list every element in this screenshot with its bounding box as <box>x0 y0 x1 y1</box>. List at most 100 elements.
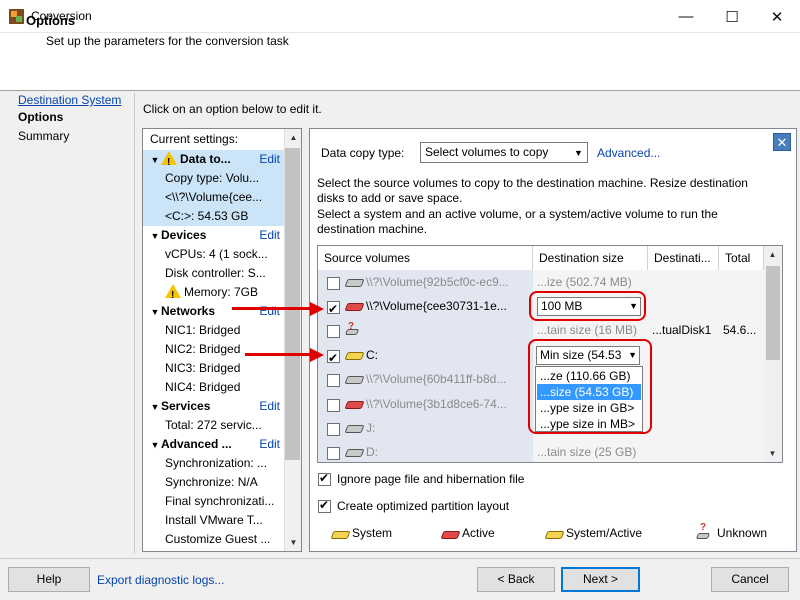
scrollbar-thumb[interactable] <box>285 148 300 460</box>
arrow-head-icon <box>310 302 324 316</box>
settings-item[interactable]: NIC1: Bridged <box>143 321 284 340</box>
description-text: Select a system and an active volume, or… <box>317 207 718 236</box>
row-checkbox[interactable] <box>327 374 340 387</box>
settings-group-services[interactable]: ▼ Services Edit <box>143 397 284 416</box>
settings-item[interactable]: NIC4: Bridged <box>143 378 284 397</box>
optimized-layout-option[interactable]: Create optimized partition layout <box>317 498 509 515</box>
ignore-page-file-checkbox[interactable] <box>318 471 331 486</box>
nav-summary[interactable]: Summary <box>18 129 69 143</box>
edit-services-link[interactable]: Edit <box>259 397 280 416</box>
collapse-icon[interactable]: ▼ <box>149 398 161 416</box>
row-checkbox[interactable] <box>327 325 340 338</box>
collapse-icon[interactable]: ▼ <box>149 151 161 169</box>
export-logs-link[interactable]: Export diagnostic logs... <box>97 573 224 587</box>
edit-data-to-link[interactable]: Edit <box>259 150 280 169</box>
footer-divider <box>0 558 800 559</box>
settings-item-memory[interactable]: Memory: 7GB <box>143 283 284 302</box>
col-header-destination[interactable]: Destinati... <box>648 246 719 270</box>
settings-item[interactable]: Synchronize: N/A <box>143 473 284 492</box>
data-copy-type-select[interactable]: Select volumes to copy <box>420 142 588 163</box>
disk-icon <box>344 449 365 457</box>
disk-icon <box>344 376 365 384</box>
row-checkbox[interactable] <box>327 447 340 460</box>
scrollbar-thumb[interactable] <box>766 266 780 360</box>
optimized-layout-checkbox[interactable] <box>318 498 331 513</box>
table-row[interactable]: ? ...tain size (16 MB) ...tualDisk1 54.6… <box>318 320 764 341</box>
settings-item[interactable]: <\\?\Volume{cee... <box>143 188 284 207</box>
nav-divider <box>134 93 135 553</box>
system-disk-icon <box>344 352 365 360</box>
row-checkbox[interactable] <box>327 277 340 290</box>
nav-destination-system[interactable]: Destination System <box>18 93 121 107</box>
disk-icon <box>344 279 365 287</box>
back-button[interactable]: < Back <box>477 567 555 592</box>
collapse-icon[interactable]: ▼ <box>149 227 161 245</box>
active-disk-icon <box>344 303 365 311</box>
edit-networks-link[interactable]: Edit <box>259 302 280 321</box>
settings-item[interactable]: Synchronization: ... <box>143 454 284 473</box>
legend-system: System <box>352 526 393 540</box>
settings-item[interactable]: Install VMware T... <box>143 511 284 530</box>
edit-advanced-link[interactable]: Edit <box>259 435 280 454</box>
nav-options[interactable]: Options <box>18 110 63 124</box>
table-row[interactable]: D: ...tain size (25 GB) <box>318 442 764 463</box>
arrow-head-icon <box>310 348 324 362</box>
settings-item[interactable]: vCPUs: 4 (1 sock... <box>143 245 284 264</box>
ignore-page-file-option[interactable]: Ignore page file and hibernation file <box>317 471 524 488</box>
settings-item[interactable]: <C:>: 54.53 GB <box>143 207 284 226</box>
close-window-button[interactable]: ✕ <box>754 0 800 33</box>
col-header-dest-size[interactable]: Destination size <box>533 246 648 270</box>
instruction-text: Click on an option below to edit it. <box>143 102 322 116</box>
dropdown-arrow-icon[interactable]: ▼ <box>570 143 587 162</box>
collapse-icon[interactable]: ▼ <box>149 303 161 321</box>
settings-group-data-to[interactable]: ▼Data to... Edit <box>143 150 284 169</box>
row-checkbox[interactable] <box>327 299 340 320</box>
settings-item[interactable]: Disk controller: S... <box>143 264 284 283</box>
highlight-box <box>529 291 646 321</box>
scroll-down-icon[interactable]: ▼ <box>285 534 302 551</box>
col-header-total[interactable]: Total <box>719 246 764 270</box>
system-active-legend-icon <box>544 531 565 539</box>
minimize-button[interactable]: — <box>663 0 709 33</box>
legend-active: Active <box>462 526 495 540</box>
row-checkbox[interactable] <box>327 399 340 412</box>
edit-devices-link[interactable]: Edit <box>259 226 280 245</box>
scroll-down-icon[interactable]: ▼ <box>764 445 781 462</box>
next-button[interactable]: Next > <box>561 567 640 592</box>
advanced-link[interactable]: Advanced... <box>597 146 660 160</box>
page-title: Options <box>26 13 76 28</box>
maximize-button[interactable]: ☐ <box>709 0 755 33</box>
scroll-up-icon[interactable]: ▲ <box>285 129 302 146</box>
table-row[interactable]: \\?\Volume{92b5cf0c-ec9... ...ize (502.7… <box>318 272 764 293</box>
disk-icon <box>344 329 360 335</box>
highlight-box <box>528 339 652 434</box>
active-disk-icon <box>344 401 365 409</box>
cancel-button[interactable]: Cancel <box>711 567 789 592</box>
row-checkbox[interactable] <box>327 348 340 369</box>
close-panel-icon[interactable]: ✕ <box>773 133 791 151</box>
legend-system-active: System/Active <box>566 526 643 540</box>
warning-icon <box>161 151 177 169</box>
annotation-arrow <box>245 353 312 356</box>
settings-item[interactable]: NIC2: Bridged <box>143 340 284 359</box>
settings-item[interactable]: NIC3: Bridged <box>143 359 284 378</box>
settings-group-devices[interactable]: ▼ Devices Edit <box>143 226 284 245</box>
col-header-source[interactable]: Source volumes <box>318 246 533 270</box>
data-copy-type-label: Data copy type: <box>321 146 405 160</box>
active-legend-icon <box>440 531 461 539</box>
help-button[interactable]: Help <box>8 567 90 592</box>
unknown-legend-icon: ? <box>700 522 707 533</box>
legend-unknown: Unknown <box>717 526 768 540</box>
settings-group-advanced[interactable]: ▼ Advanced ... Edit <box>143 435 284 454</box>
settings-item[interactable]: Final synchronizati... <box>143 492 284 511</box>
settings-item[interactable]: Customize Guest ... <box>143 530 284 549</box>
settings-item[interactable]: Total: 272 servic... <box>143 416 284 435</box>
scroll-up-icon[interactable]: ▲ <box>764 246 781 263</box>
app-icon <box>9 9 24 24</box>
settings-item[interactable]: Copy type: Volu... <box>143 169 284 188</box>
description-text: Select the source volumes to copy to the… <box>317 176 748 205</box>
settings-group-networks[interactable]: ▼ Networks Edit <box>143 302 284 321</box>
current-settings-title: Current settings: <box>150 132 239 146</box>
collapse-icon[interactable]: ▼ <box>149 436 161 454</box>
row-checkbox[interactable] <box>327 423 340 436</box>
